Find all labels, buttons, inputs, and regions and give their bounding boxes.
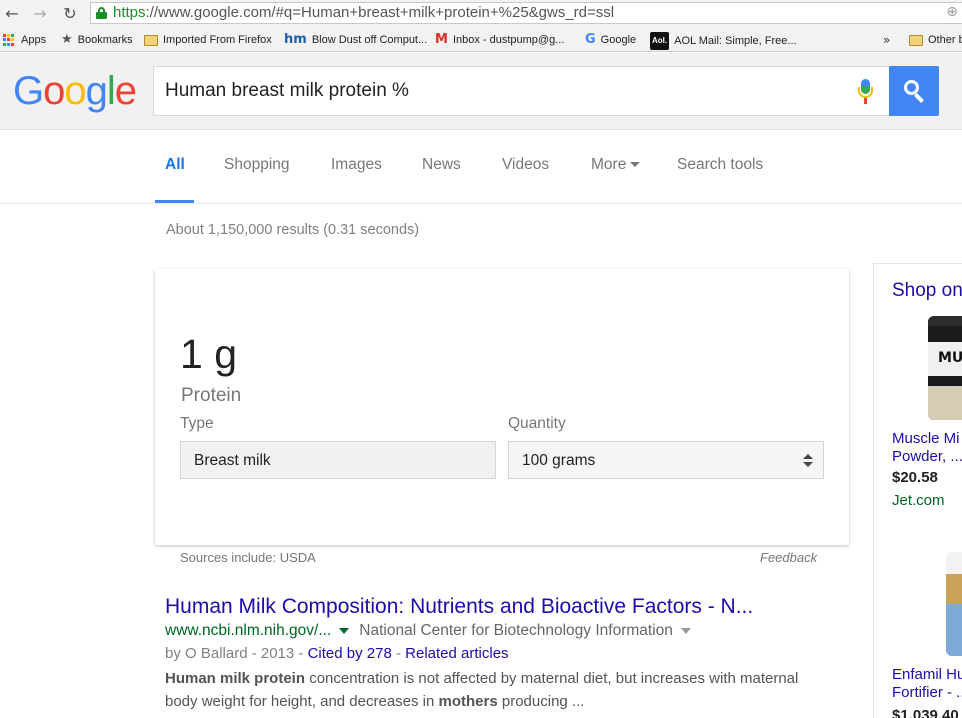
- snippet-highlight: Human milk protein: [165, 670, 306, 687]
- select-arrows-icon: [803, 454, 813, 468]
- address-bar[interactable]: https://www.google.com/#q=Human+breast+m…: [90, 2, 962, 24]
- url-text[interactable]: https://www.google.com/#q=Human+breast+m…: [113, 4, 614, 21]
- product-price: $20.58: [892, 469, 938, 486]
- forward-arrow-icon[interactable]: →: [30, 4, 50, 24]
- result-cite: www.ncbi.nlm.nih.gov/...: [165, 622, 332, 639]
- tab-shopping[interactable]: Shopping: [224, 156, 290, 174]
- product-price: $1,039.40: [892, 707, 959, 718]
- tab-videos[interactable]: Videos: [502, 156, 549, 174]
- gmail-icon: M: [435, 32, 448, 48]
- result-title-link[interactable]: Human Milk Composition: Nutrients and Bi…: [165, 595, 815, 619]
- tab-all[interactable]: All: [165, 156, 185, 174]
- google-logo[interactable]: Google: [13, 69, 137, 113]
- browser-toolbar: ← → ↻ https://www.google.com/#q=Human+br…: [0, 0, 962, 28]
- hm-favicon: hm: [284, 32, 307, 48]
- nutrient-name: Protein: [181, 385, 242, 406]
- quantity-label: Quantity: [508, 415, 566, 432]
- bookmarks-bar: Apps ★ Bookmarks Imported From Firefox hm…: [0, 28, 962, 52]
- sources-text: Sources include: USDA: [180, 550, 316, 565]
- result-url-line: www.ncbi.nlm.nih.gov/... National Center …: [165, 622, 691, 640]
- tab-images[interactable]: Images: [331, 156, 382, 174]
- feedback-link[interactable]: Feedback: [760, 550, 817, 565]
- active-tab-indicator: [155, 200, 194, 203]
- result-stats: About 1,150,000 results (0.31 seconds): [166, 222, 420, 238]
- shopping-panel-title[interactable]: Shop on: [892, 280, 962, 302]
- bookmark-aol-mail[interactable]: Aol. AOL Mail: Simple, Free...: [650, 32, 797, 50]
- result-site-name: National Center for Biotechnology Inform…: [359, 622, 673, 639]
- product-image[interactable]: [946, 552, 962, 656]
- logo-letter: e: [114, 69, 137, 113]
- result-snippet: Human milk protein concentration is not …: [165, 667, 805, 713]
- zoom-icon[interactable]: ⊕: [946, 4, 958, 20]
- related-articles-link[interactable]: Related articles: [405, 645, 508, 662]
- result-meta: by O Ballard - 2013 - Cited by 278 - Rel…: [165, 645, 509, 662]
- search-box: [153, 66, 890, 116]
- apps-grid-icon: [3, 34, 15, 46]
- bookmarks-overflow-chevron[interactable]: »: [883, 32, 890, 48]
- shopping-panel: Shop on MU Muscle Mi Powder, ... $20.58 J…: [873, 263, 962, 718]
- cite-dropdown-icon[interactable]: [339, 627, 350, 634]
- logo-letter: G: [13, 69, 44, 113]
- caret-down-icon: [630, 162, 641, 168]
- microphone-icon[interactable]: [857, 79, 875, 105]
- logo-letter: l: [106, 69, 116, 113]
- aol-favicon: Aol.: [650, 32, 670, 50]
- search-button[interactable]: [889, 66, 939, 116]
- snippet-text: producing ...: [497, 693, 585, 710]
- folder-icon: [144, 34, 158, 46]
- nutrition-answer-card: 1 g Protein Type Breast milk Quantity 10…: [155, 269, 849, 545]
- product-image[interactable]: MU: [928, 316, 962, 420]
- tab-more-label: More: [591, 156, 627, 173]
- tab-news[interactable]: News: [422, 156, 461, 174]
- product-store: Jet.com: [892, 492, 945, 509]
- lock-icon: [96, 7, 107, 19]
- result-author-year: by O Ballard - 2013 -: [165, 645, 308, 662]
- search-input[interactable]: [154, 67, 834, 115]
- bookmark-bookmarks[interactable]: ★ Bookmarks: [61, 32, 133, 48]
- meta-separator: -: [391, 645, 406, 662]
- quantity-select[interactable]: 100 grams: [508, 441, 824, 479]
- bookmark-apps[interactable]: Apps: [3, 32, 46, 48]
- reload-icon[interactable]: ↻: [60, 4, 80, 24]
- google-favicon: G: [585, 32, 596, 48]
- quantity-value: 100 grams: [522, 452, 596, 469]
- product-name-link[interactable]: Enfamil Hu Fortifier - ...: [892, 666, 962, 702]
- bookmark-blow-dust[interactable]: hm Blow Dust off Comput...: [284, 32, 427, 48]
- nutrition-value: 1 g: [180, 331, 237, 377]
- logo-letter: g: [85, 69, 108, 113]
- star-icon: ★: [61, 32, 73, 48]
- bookmark-inbox[interactable]: M Inbox - dustpump@g...: [435, 32, 564, 48]
- snippet-highlight: mothers: [438, 693, 498, 710]
- site-dropdown-icon[interactable]: [680, 627, 691, 634]
- product-name-link[interactable]: Muscle Mi Powder, ...: [892, 430, 962, 466]
- type-field[interactable]: Breast milk: [180, 441, 496, 479]
- cited-by-link[interactable]: Cited by 278: [308, 645, 392, 662]
- logo-letter: o: [64, 69, 86, 113]
- bookmark-google[interactable]: G Google: [585, 32, 636, 48]
- tab-search-tools[interactable]: Search tools: [677, 156, 763, 174]
- search-tabs: All Shopping Images News Videos More Sea…: [0, 131, 962, 204]
- logo-letter: o: [43, 69, 65, 113]
- search-header: Google: [0, 53, 962, 130]
- back-arrow-icon[interactable]: ←: [2, 4, 22, 24]
- type-label: Type: [180, 415, 214, 432]
- tab-more[interactable]: More: [591, 156, 641, 174]
- bookmark-other-bookmarks[interactable]: Other b: [909, 32, 962, 48]
- folder-icon: [909, 34, 923, 46]
- bookmark-imported-from-firefox[interactable]: Imported From Firefox: [144, 32, 272, 48]
- browser-window: ← → ↻ https://www.google.com/#q=Human+br…: [0, 0, 962, 718]
